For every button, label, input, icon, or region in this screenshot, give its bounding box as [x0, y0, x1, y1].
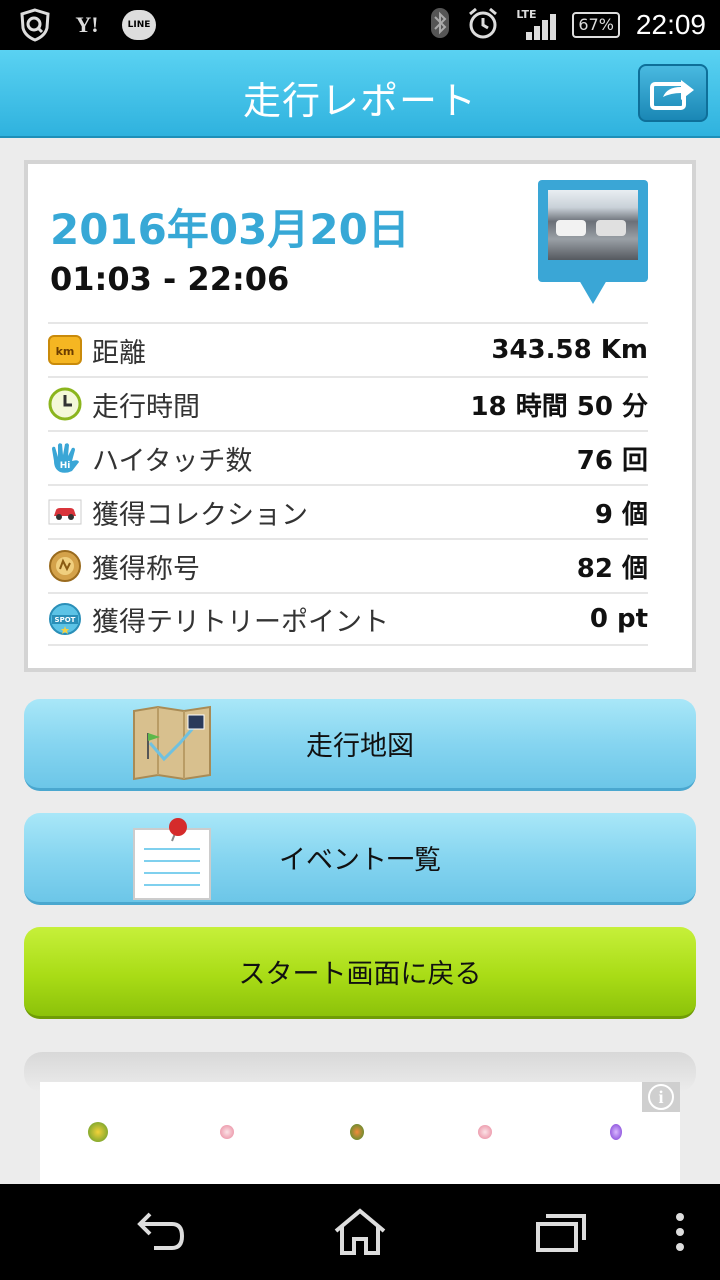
- yahoo-icon: Y!: [75, 12, 99, 37]
- notification-icons: Y! LINE: [18, 8, 156, 42]
- stat-row-high-five: Hi ハイタッチ数 76 回: [48, 430, 648, 484]
- ad-gem-icon: [478, 1125, 492, 1139]
- event-list-label: イベント一覧: [279, 845, 441, 876]
- menu-button[interactable]: [650, 1206, 710, 1258]
- signal-icon: LTE: [516, 8, 557, 42]
- page-title: 走行レポート: [242, 79, 477, 123]
- svg-text:km: km: [56, 345, 75, 358]
- stat-label: 距離: [92, 337, 146, 369]
- info-icon: i: [648, 1084, 674, 1110]
- report-date: 2016年03月20日: [50, 205, 410, 254]
- stat-label: 獲得テリトリーポイント: [92, 606, 389, 638]
- ad-gem-icon: [220, 1125, 234, 1139]
- hi-five-icon: Hi: [48, 441, 82, 475]
- car-icon: [48, 495, 82, 529]
- back-to-start-label: スタート画面に戻る: [238, 959, 482, 990]
- clock-time: 22:09: [635, 9, 706, 40]
- report-card: 2016年03月20日 01:03 - 22:06 km 距離 343.58 K…: [24, 160, 696, 672]
- status-bar: Y! LINE LTE 67% 22:09: [0, 0, 720, 50]
- event-list-button[interactable]: イベント一覧: [24, 813, 696, 905]
- back-to-start-button[interactable]: スタート画面に戻る: [24, 927, 696, 1019]
- ad-gem-icon: [350, 1124, 364, 1140]
- system-nav-bar: [0, 1184, 720, 1280]
- stat-label: 獲得称号: [92, 553, 200, 585]
- ad-banner[interactable]: i: [40, 1082, 680, 1184]
- stats-list: km 距離 343.58 Km 走行時間 18 時間 50 分 Hi ハイタッチ…: [48, 322, 648, 646]
- stat-value: 9 個: [594, 499, 648, 530]
- line-icon: LINE: [122, 10, 156, 40]
- stat-value: 18 時間 50 分: [470, 391, 648, 422]
- back-button[interactable]: [130, 1206, 190, 1258]
- memo-pin-icon: [130, 817, 214, 900]
- battery-indicator: 67%: [572, 12, 620, 38]
- alarm-icon: [466, 6, 500, 44]
- driving-map-label: 走行地図: [306, 731, 414, 762]
- recent-apps-icon: [536, 1214, 586, 1252]
- stat-row-distance: km 距離 343.58 Km: [48, 322, 648, 376]
- stat-row-titles: 獲得称号 82 個: [48, 538, 648, 592]
- report-time-range: 01:03 - 22:06: [50, 260, 290, 298]
- map-icon: [130, 703, 214, 783]
- app-header: 走行レポート: [0, 50, 720, 138]
- stat-label: 獲得コレクション: [92, 499, 308, 531]
- bluetooth-icon: [430, 7, 450, 43]
- share-button[interactable]: [638, 64, 708, 122]
- photo-thumbnail: [548, 190, 638, 260]
- recent-apps-button[interactable]: [530, 1206, 590, 1258]
- stat-value: 76 回: [576, 445, 648, 476]
- stat-label: ハイタッチ数: [92, 445, 253, 477]
- stat-row-drive-time: 走行時間 18 時間 50 分: [48, 376, 648, 430]
- clock-icon: [48, 387, 82, 421]
- svg-text:Hi: Hi: [60, 461, 71, 471]
- ad-info-button[interactable]: i: [642, 1082, 680, 1112]
- driving-map-button[interactable]: 走行地図: [24, 699, 696, 791]
- back-icon: [137, 1212, 185, 1250]
- stat-label: 走行時間: [92, 391, 200, 423]
- ad-gem-icon: [88, 1122, 108, 1142]
- svg-text:SPOT: SPOT: [55, 616, 76, 624]
- stat-value: 0 pt: [589, 604, 648, 634]
- medal-icon: [48, 549, 82, 583]
- shield-search-icon: [18, 8, 52, 42]
- share-icon: [650, 80, 694, 110]
- stat-row-territory-points: SPOT 獲得テリトリーポイント 0 pt: [48, 592, 648, 646]
- main-content: 2016年03月20日 01:03 - 22:06 km 距離 343.58 K…: [0, 138, 720, 1184]
- km-icon: km: [48, 333, 82, 367]
- stat-value: 343.58 Km: [491, 335, 648, 365]
- photo-pin-button[interactable]: [538, 180, 648, 310]
- home-button[interactable]: [330, 1206, 390, 1258]
- overflow-menu-icon: [676, 1213, 684, 1251]
- stat-value: 82 個: [576, 553, 648, 584]
- home-icon: [334, 1208, 386, 1255]
- spot-icon: SPOT: [48, 602, 82, 636]
- ad-gem-icon: [610, 1124, 622, 1140]
- stat-row-collection: 獲得コレクション 9 個: [48, 484, 648, 538]
